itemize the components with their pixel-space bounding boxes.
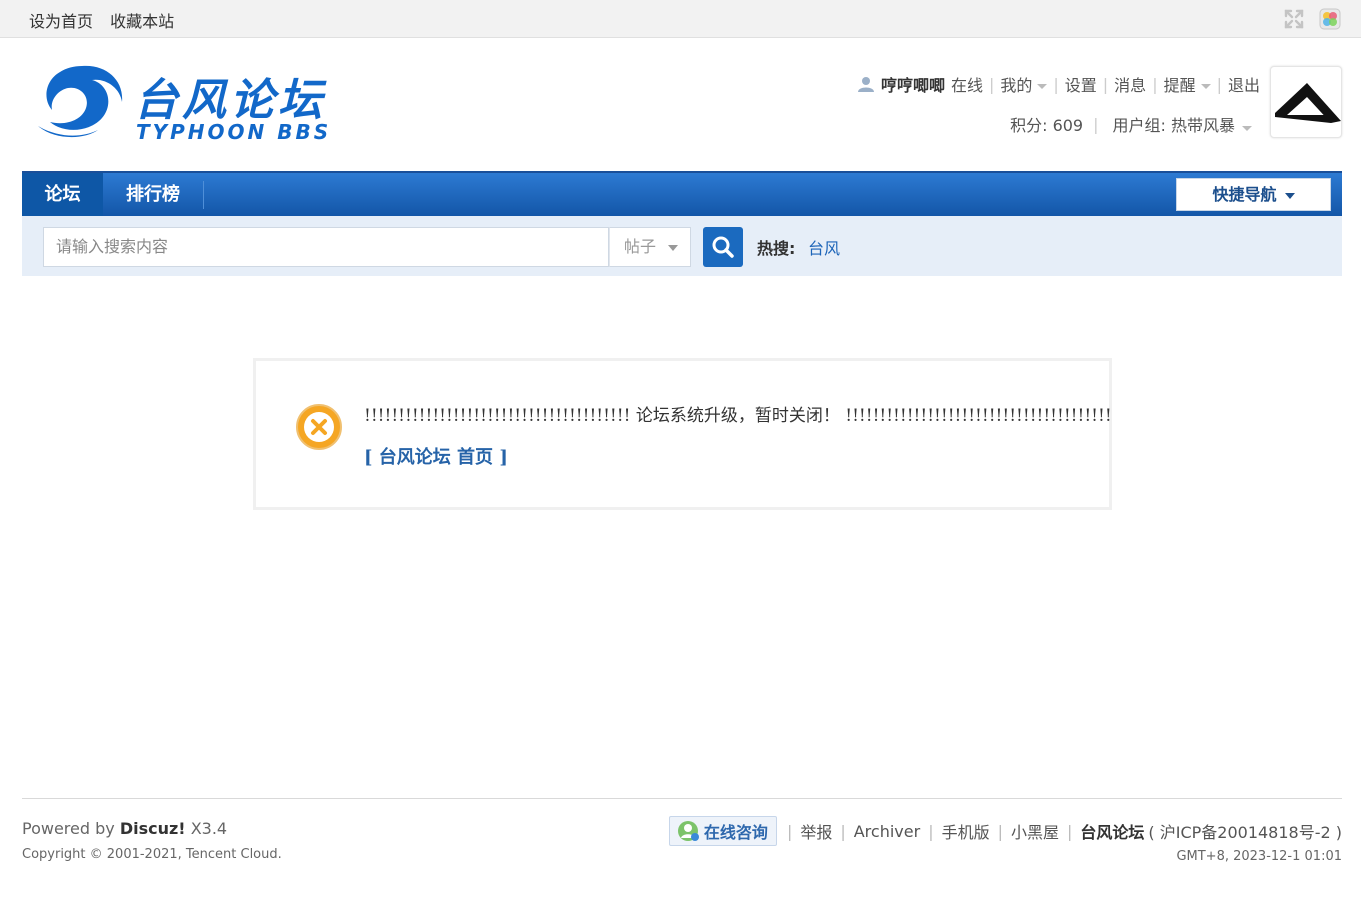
user-stats: 积分: 609 | 用户组: 热带风暴: [1010, 112, 1252, 136]
set-home-link[interactable]: 设为首页: [29, 12, 93, 31]
logout-link[interactable]: 退出: [1228, 72, 1260, 96]
theme-color-icon[interactable]: [1319, 8, 1341, 30]
quick-nav-button[interactable]: 快捷导航: [1176, 178, 1331, 211]
report-link[interactable]: 举报: [800, 819, 832, 843]
search-button[interactable]: [703, 227, 743, 267]
caret-down-icon: [668, 244, 679, 251]
search-type-select[interactable]: 帖子: [609, 227, 691, 267]
avatar[interactable]: [1270, 66, 1342, 138]
powered-by: Powered by Discuz! X3.4: [22, 819, 228, 838]
icp-link[interactable]: ( 沪ICP备20014818号-2 ): [1148, 819, 1342, 843]
server-time: GMT+8, 2023-12-1 01:01: [1176, 849, 1342, 864]
message-text: !!!!!!!!!!!!!!!!!!!!!!!!!!!!!!!!!!!!!!! …: [364, 406, 1112, 426]
avatar-image-icon: [1275, 83, 1341, 123]
chevron-down-icon: [1037, 84, 1048, 89]
top-links: 设为首页 收藏本站: [29, 8, 186, 32]
discuz-link[interactable]: Discuz!: [120, 819, 186, 838]
footer-links: 在线咨询 | 举报 | Archiver | 手机版 | 小黑屋 | 台风论坛 …: [668, 816, 1342, 846]
chevron-down-icon: [1200, 84, 1211, 89]
chat-icon: [677, 821, 699, 841]
error-icon: [295, 403, 343, 451]
reminders-menu[interactable]: 提醒: [1164, 72, 1211, 96]
online-status[interactable]: 在线: [951, 72, 983, 96]
site-logo[interactable]: 台风论坛 TYPHOON BBS: [36, 60, 356, 146]
nav-forum[interactable]: 论坛: [22, 173, 103, 216]
search-area: 请输入搜索内容 帖子 热搜: 台风: [22, 216, 1342, 276]
user-icon: [857, 77, 874, 92]
nav-ranking[interactable]: 排行榜: [103, 173, 203, 216]
top-toolbar: 设为首页 收藏本站: [0, 0, 1361, 38]
archiver-link[interactable]: Archiver: [854, 822, 920, 841]
search-input[interactable]: 请输入搜索内容: [43, 227, 609, 267]
site-name-link[interactable]: 台风论坛: [1080, 819, 1144, 843]
user-bar: 哼哼唧唧 在线 | 我的 | 设置 | 消息 | 提醒 | 退出: [857, 72, 1260, 96]
settings-link[interactable]: 设置: [1065, 72, 1097, 96]
logo-subtitle: TYPHOON BBS: [136, 120, 332, 144]
main-nav: 论坛 排行榜 快捷导航: [22, 171, 1342, 216]
my-menu[interactable]: 我的: [1000, 72, 1048, 96]
copyright: Copyright © 2001-2021, Tencent Cloud.: [22, 847, 282, 862]
search-icon: [712, 236, 734, 258]
mobile-link[interactable]: 手机版: [942, 819, 990, 843]
home-link[interactable]: [ 台风论坛 首页 ]: [364, 443, 508, 469]
online-consult-button[interactable]: 在线咨询: [668, 816, 777, 846]
nav-divider: [203, 181, 204, 209]
typhoon-logo-icon: [38, 65, 123, 138]
bookmark-link[interactable]: 收藏本站: [110, 12, 174, 31]
username-link[interactable]: 哼哼唧唧: [881, 72, 945, 96]
hot-search-word[interactable]: 台风: [808, 235, 840, 259]
blackroom-link[interactable]: 小黑屋: [1011, 819, 1059, 843]
messages-link[interactable]: 消息: [1114, 72, 1146, 96]
footer: Powered by Discuz! X3.4 Copyright © 2001…: [22, 798, 1342, 878]
caret-down-icon: [1284, 192, 1295, 199]
chevron-down-icon: [1242, 126, 1252, 131]
toolbar-icons: [1283, 8, 1341, 30]
hot-search-label: 热搜:: [757, 239, 796, 258]
fullscreen-icon[interactable]: [1283, 8, 1305, 30]
points-link[interactable]: 积分: 609: [1010, 112, 1083, 136]
logo-title: 台风论坛: [134, 75, 326, 126]
message-box: !!!!!!!!!!!!!!!!!!!!!!!!!!!!!!!!!!!!!!! …: [253, 358, 1112, 510]
user-group-menu[interactable]: 用户组: 热带风暴: [1113, 112, 1252, 136]
site-header: 台风论坛 TYPHOON BBS 哼哼唧唧 在线 | 我的 | 设置 | 消息 …: [22, 38, 1342, 171]
